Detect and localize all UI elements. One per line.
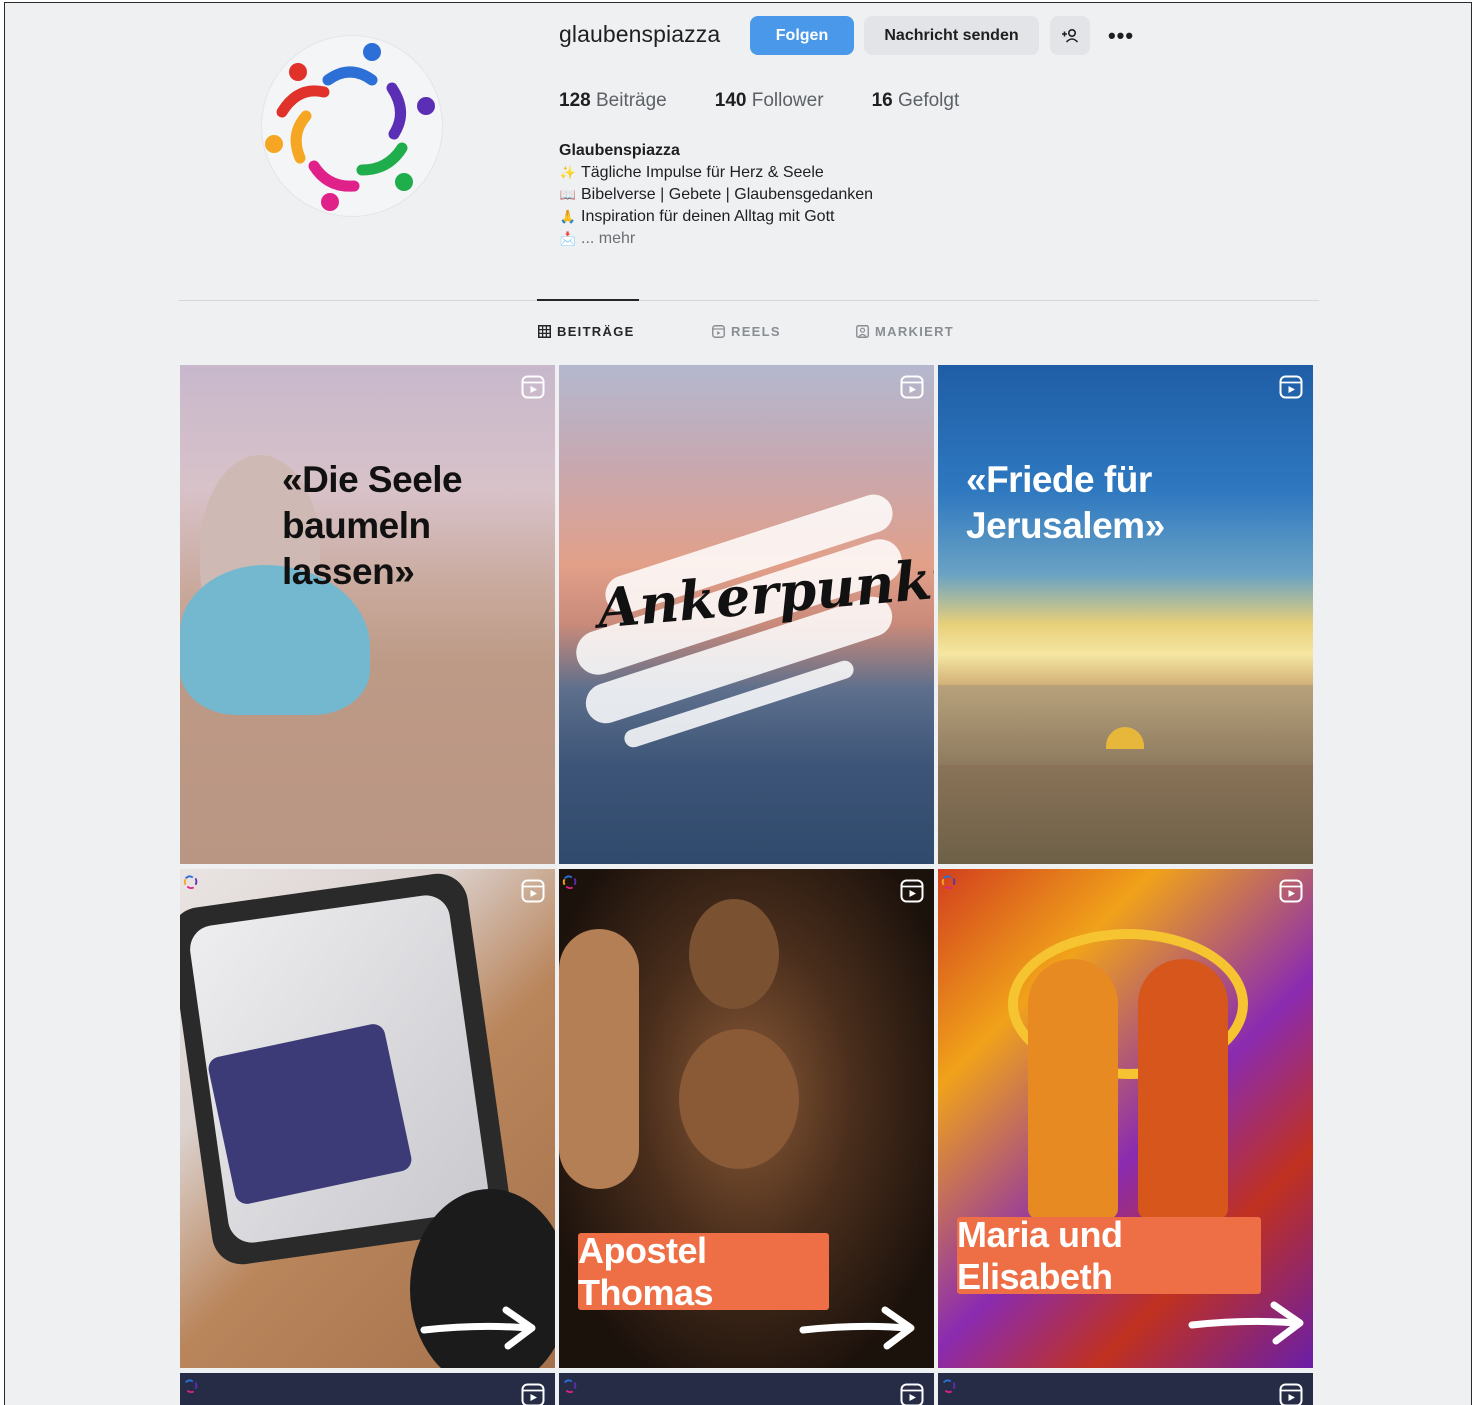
bio-line-text: Bibelverse | Gebete | Glaubensgedanken — [581, 186, 874, 203]
post-tile[interactable]: Maria und Elisabeth — [938, 869, 1313, 1368]
post-title: «Friede für Jerusalem» — [966, 457, 1165, 549]
stat-posts-label: Beiträge — [595, 90, 667, 111]
reel-icon — [900, 375, 924, 399]
stat-following-label: Gefolgt — [897, 90, 960, 111]
post-tile[interactable]: Apostel Thomas — [559, 869, 934, 1368]
stat-posts-value: 128 — [559, 90, 591, 111]
figure-jesus-image — [559, 929, 639, 1189]
stat-posts[interactable]: 128 Beiträge — [559, 90, 667, 112]
post-title: Maria und Elisabeth — [957, 1214, 1261, 1297]
reel-icon — [1279, 879, 1303, 903]
reel-icon — [900, 879, 924, 903]
stat-following[interactable]: 16 Gefolgt — [872, 90, 960, 112]
instagram-profile-window: glaubenspiazza Folgen Nachricht senden •… — [4, 2, 1472, 1405]
figure-thomas-image — [679, 1029, 799, 1169]
sparkles-icon: ✨ — [559, 165, 577, 180]
glaubenspiazza-logo-icon — [563, 1379, 577, 1394]
inbox-icon: 📩 — [559, 231, 577, 246]
bio-more-label: ... mehr — [581, 230, 636, 247]
stat-followers-label: Follower — [751, 90, 824, 111]
active-tab-indicator — [537, 299, 639, 301]
profile-display-name: Glaubenspiazza — [559, 142, 680, 159]
post-tile[interactable]: Ankerpunkt — [559, 365, 934, 864]
tagged-icon — [856, 325, 869, 338]
figure-head-image — [689, 899, 779, 1009]
profile-tabs: BEITRÄGE REELS MARKIERT — [5, 324, 1471, 346]
bio-more-link[interactable]: 📩 ... mehr — [559, 228, 873, 250]
send-message-button[interactable]: Nachricht senden — [864, 16, 1039, 55]
reels-icon — [712, 325, 725, 338]
praying-hands-icon: 🙏 — [559, 209, 577, 224]
reel-icon — [1279, 375, 1303, 399]
stat-followers[interactable]: 140 Follower — [715, 90, 824, 112]
book-icon: 📖 — [559, 187, 577, 202]
bio-line: 🙏 Inspiration für deinen Alltag mit Gott — [559, 206, 873, 228]
profile-avatar[interactable] — [261, 35, 443, 217]
profile-stats: 128 Beiträge 140 Follower 16 Gefolgt — [559, 90, 1007, 112]
more-options-button[interactable]: ••• — [1102, 16, 1140, 55]
glaubenspiazza-logo-icon — [183, 875, 198, 890]
post-title: «Die Seele baumeln lassen» — [282, 457, 555, 595]
swipe-arrow-icon — [1188, 1301, 1304, 1345]
tab-reels[interactable]: REELS — [712, 324, 781, 339]
post-tile[interactable] — [180, 869, 555, 1368]
post-title-line: «Die Seele — [282, 459, 463, 500]
tab-reels-label: REELS — [731, 324, 781, 339]
stat-followers-value: 140 — [714, 90, 747, 111]
post-title: Apostel Thomas — [578, 1230, 829, 1313]
bio-line: ✨ Tägliche Impulse für Herz & Seele — [559, 162, 873, 184]
post-title-line: Jerusalem» — [966, 505, 1165, 546]
figure-maria-image — [1028, 959, 1118, 1219]
suggested-accounts-button[interactable] — [1050, 16, 1090, 55]
reel-icon — [521, 1383, 545, 1405]
post-tile[interactable] — [559, 1373, 934, 1405]
glaubenspiazza-logo-icon — [941, 875, 956, 890]
glaubenspiazza-logo-icon — [562, 875, 577, 890]
post-tile[interactable]: «Friede für Jerusalem» — [938, 365, 1313, 864]
tabs-divider — [179, 300, 1319, 301]
reel-icon — [900, 1383, 924, 1405]
post-tile[interactable] — [938, 1373, 1313, 1405]
bio-line-text: Inspiration für deinen Alltag mit Gott — [581, 208, 835, 225]
profile-bio: Glaubenspiazza ✨ Tägliche Impulse für Her… — [559, 140, 873, 250]
reel-icon — [1279, 1383, 1303, 1405]
grid-icon — [538, 325, 551, 338]
swipe-arrow-icon — [799, 1306, 915, 1350]
tab-tagged-label: MARKIERT — [875, 324, 955, 339]
tab-tagged[interactable]: MARKIERT — [856, 324, 954, 339]
follow-button[interactable]: Folgen — [750, 16, 854, 55]
city-skyline-image — [938, 685, 1313, 765]
post-tile[interactable]: «Die Seele baumeln lassen» — [180, 365, 555, 864]
glaubenspiazza-logo-icon — [184, 1379, 198, 1394]
reel-icon — [521, 879, 545, 903]
add-person-icon — [1062, 28, 1079, 43]
tab-posts[interactable]: BEITRÄGE — [538, 324, 635, 339]
figure-elisabeth-image — [1138, 959, 1228, 1219]
glaubenspiazza-logo-icon — [942, 1379, 956, 1394]
stat-following-value: 16 — [871, 90, 893, 111]
tab-posts-label: BEITRÄGE — [557, 324, 635, 339]
bio-line-text: Tägliche Impulse für Herz & Seele — [581, 164, 824, 181]
glaubenspiazza-logo-icon — [265, 43, 435, 211]
profile-username: glaubenspiazza — [559, 21, 721, 47]
post-title-line: «Friede für — [966, 459, 1152, 500]
bio-line: 📖 Bibelverse | Gebete | Glaubensgedanken — [559, 184, 873, 206]
swipe-arrow-icon — [420, 1306, 536, 1350]
post-tile[interactable] — [180, 1373, 555, 1405]
post-title-line: baumeln lassen» — [282, 505, 431, 592]
reel-icon — [521, 375, 545, 399]
